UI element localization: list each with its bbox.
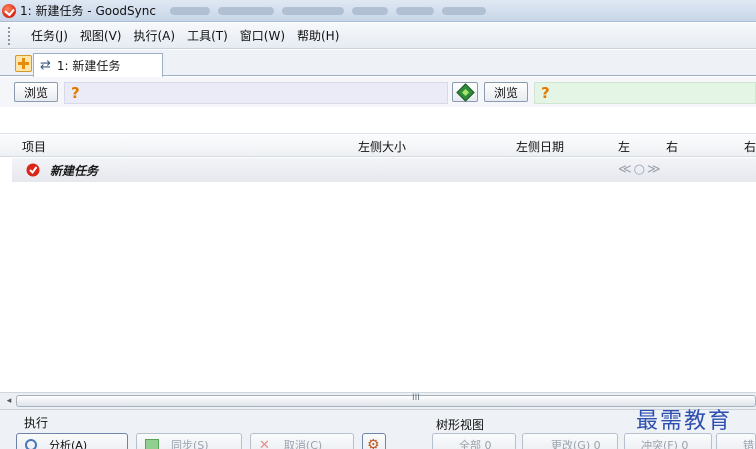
- sync-direction-button[interactable]: [452, 82, 478, 102]
- sync-arrows-icon: ⇄: [40, 58, 51, 73]
- menu-bar: 任务(J) 视图(V) 执行(A) 工具(T) 窗口(W) 帮助(H): [0, 23, 756, 49]
- menu-tools[interactable]: 工具(T): [181, 25, 234, 47]
- goodsync-app-icon: [2, 3, 16, 18]
- window-title: 1: 新建任务 - GoodSync: [20, 4, 156, 18]
- file-list-area[interactable]: [0, 183, 756, 392]
- menu-action[interactable]: 执行(A): [127, 25, 181, 47]
- menu-job[interactable]: 任务(J): [25, 25, 74, 47]
- view-all-button[interactable]: 全部 0: [432, 433, 516, 449]
- job-row[interactable]: 新建任务 ≪○≫: [12, 158, 756, 182]
- toolbar-grip[interactable]: [8, 26, 11, 45]
- view-changed-button[interactable]: 更改(G) 0: [522, 433, 618, 449]
- title-bar: 1: 新建任务 - GoodSync: [0, 0, 756, 22]
- title-bar-blurred-area: [169, 6, 486, 15]
- gear-icon: ⚙: [367, 437, 380, 449]
- job-tab-strip: ⇄ 1: 新建任务: [0, 50, 756, 77]
- column-right-cut[interactable]: 右: [744, 138, 756, 155]
- cancel-label: 取消(C): [283, 439, 323, 449]
- execute-section-label: 执行: [24, 416, 49, 430]
- menu-window[interactable]: 窗口(W): [234, 25, 291, 47]
- scroll-left-icon[interactable]: ◂: [2, 394, 16, 408]
- cancel-button[interactable]: ✕ 取消(C): [250, 433, 354, 449]
- tree-view-section-label: 树形视图: [436, 418, 485, 432]
- watermark: 最需教育: [636, 409, 733, 434]
- column-right[interactable]: 右: [666, 138, 678, 155]
- menu-view[interactable]: 视图(V): [74, 25, 128, 47]
- magnifier-icon: [25, 439, 37, 449]
- scrollbar-grip: III: [412, 393, 420, 403]
- column-item[interactable]: 项目: [22, 138, 46, 155]
- options-button[interactable]: ⚙: [362, 433, 386, 449]
- column-header: 项目 左侧大小 左侧日期 左 右 右: [0, 133, 756, 157]
- column-left[interactable]: 左: [618, 138, 630, 155]
- menu-help[interactable]: 帮助(H): [291, 25, 345, 47]
- row-status-icons: ≪○≫: [618, 162, 663, 177]
- browse-left-button[interactable]: 浏览: [14, 82, 58, 102]
- sync-button[interactable]: 同步(S): [136, 433, 242, 449]
- left-path-unset: ?: [71, 84, 80, 102]
- analyze-label: 分析(A): [49, 439, 88, 449]
- view-conflicts-button[interactable]: 冲突(F) 0: [624, 433, 712, 449]
- add-job-button[interactable]: [15, 55, 32, 72]
- job-name: 新建任务: [50, 163, 99, 178]
- direction-arrow-icon: [455, 82, 475, 102]
- sync-label: 同步(S): [171, 439, 209, 449]
- analyze-button[interactable]: 分析(A): [16, 433, 128, 449]
- column-left-date[interactable]: 左侧日期: [516, 138, 564, 155]
- sync-icon: [145, 439, 159, 449]
- spacer-area: [0, 107, 756, 133]
- folder-select-row: 浏览 ? 浏览 ?: [0, 77, 756, 107]
- right-path-unset: ?: [541, 84, 550, 102]
- close-icon: ✕: [259, 437, 270, 449]
- view-errors-button[interactable]: 错: [716, 433, 756, 449]
- tab-new-job[interactable]: ⇄ 1: 新建任务: [33, 53, 163, 77]
- goodsync-job-icon: [26, 163, 40, 177]
- column-left-size[interactable]: 左侧大小: [358, 138, 406, 155]
- left-folder-path[interactable]: ?: [64, 82, 448, 104]
- tab-label: 1: 新建任务: [56, 59, 121, 73]
- browse-right-button[interactable]: 浏览: [484, 82, 528, 102]
- right-folder-path[interactable]: ?: [534, 82, 756, 104]
